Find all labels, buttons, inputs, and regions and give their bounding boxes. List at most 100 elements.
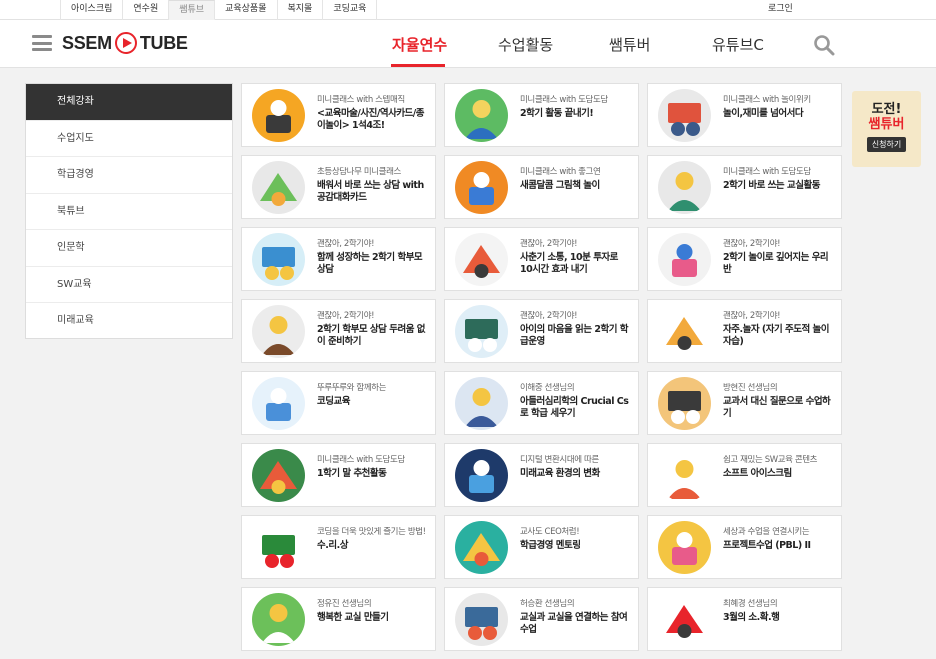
ssemtube-logo[interactable]: SSEM TUBE [62,32,188,54]
robot-coding-icon [252,377,305,430]
finger-puppets-icon [252,449,305,502]
course-card[interactable]: 괜찮아, 2학기야! 2학기 학부모 상담 두려움 없이 준비하기 [241,299,436,363]
course-card[interactable]: 쉽고 재밌는 SW교육 콘텐츠 소프트 아이스크림 [647,443,842,507]
course-title: 자주.놀자 (자기 주도적 놀이 자습) [723,324,830,347]
counseling-cards-icon [252,161,305,214]
course-card[interactable]: 허승환 선생님의 교실과 교실을 연결하는 참여수업 [444,587,639,651]
course-card[interactable]: 미니클래스 with 도담도담 2학기 활동 끝내기! [444,83,639,147]
teens-talking-icon [455,233,508,286]
course-title: 함께 성장하는 2학기 학부모 상담 [317,252,423,275]
sidebar-item-sw-education[interactable]: SW교육 [26,267,232,303]
sidebar-item-future-education[interactable]: 미래교육 [26,303,232,340]
category-sidebar: 전체강좌 수업지도 학급경영 북튜브 인문학 SW교육 미래교육 [25,83,233,339]
site-tab-ssemtube[interactable]: 쌤튜브 [169,0,216,20]
course-card[interactable]: 초등상담나무 미니클래스 배워서 바로 쓰는 상담 with 공감대화카드 [241,155,436,219]
course-subtitle: 괜찮아, 2학기야! [520,239,578,249]
course-card[interactable]: 코딩을 더욱 맛있게 즐기는 방법! 수.리.상 [241,515,436,579]
course-card[interactable]: 뚜루뚜루와 함께하는 코딩교육 [241,371,436,435]
sidebar-item-humanities[interactable]: 인문학 [26,230,232,267]
consultation-icon [252,305,305,358]
course-title: 프로젝트수업 (PBL) II [723,540,811,551]
banner-apply-button[interactable]: 신청하기 [866,137,907,152]
course-title: 2학기 활동 끝내기! [520,108,594,119]
site-tab-welfare-mall[interactable]: 복지몰 [278,0,324,20]
site-tab-coding[interactable]: 코딩교육 [323,0,378,20]
banner-line1: 도전! [871,102,902,117]
course-card[interactable]: 정유진 선생님의 행복한 교실 만들기 [241,587,436,651]
course-subtitle: 세상과 수업을 연결시키는 [723,527,810,537]
course-card[interactable]: 방현진 선생님의 교과서 대신 질문으로 수업하기 [647,371,842,435]
happy-classroom-icon [252,593,305,646]
course-title: 사춘기 소통, 10분 투자로 10시간 효과 내기 [520,252,618,275]
parent-meeting-icon [252,233,305,286]
nav-youtube-c[interactable]: 유튜브C [712,34,764,55]
search-icon[interactable] [813,34,835,56]
banner-line2: 쌤튜버 [868,117,905,132]
course-card[interactable]: 괜찮아, 2학기야! 2학기 놀이로 깊어지는 우리 반 [647,227,842,291]
sidebar-item-all[interactable]: 전체강좌 [26,84,232,121]
course-title: 새콤달콤 그림책 놀이 [520,180,600,191]
course-subtitle: 최혜경 선생님의 [723,599,778,609]
surisang-logo-icon [252,521,305,574]
magic-hat-rabbit-icon [252,89,305,142]
student-reading-icon [658,305,711,358]
connected-classroom-icon [455,593,508,646]
course-card[interactable]: 이해중 선생님의아들러심리학의 Crucial Cs로 학급 세우기 [444,371,639,435]
sidebar-item-class-management[interactable]: 학급경영 [26,157,232,194]
classroom-activity-icon [658,161,711,214]
course-card[interactable]: 미니클래스 with 놀이위키 놀이,재미를 넘어서다 [647,83,842,147]
picture-book-icon [455,161,508,214]
site-tabs: 아이스크림 연수원 쌤튜브 교육상품몰 복지몰 코딩교육 [60,0,378,20]
mentor-teacher-icon [455,521,508,574]
site-tab-icecream[interactable]: 아이스크림 [60,0,124,20]
teacher-portrait-icon [658,593,711,646]
hamburger-menu-icon[interactable] [32,35,52,51]
course-card[interactable]: 괜찮아, 2학기야! 아이의 마음을 읽는 2학기 학급운영 [444,299,639,363]
course-title: 수.리.상 [317,540,348,551]
course-card[interactable]: 괜찮아, 2학기야! 사춘기 소통, 10분 투자로 10시간 효과 내기 [444,227,639,291]
course-subtitle: 미니클래스 with 놀이위키 [723,95,811,105]
course-title: 아들러심리학의 Crucial Cs로 학급 세우기 [520,396,629,419]
course-subtitle: 뚜루뚜루와 함께하는 [317,383,387,393]
nav-class-activity[interactable]: 수업활동 [498,34,553,55]
course-subtitle: 미니클래스 with 도담도담 [317,455,405,465]
course-title: 아이의 마음을 읽는 2학기 학급운영 [520,324,628,347]
course-card[interactable]: 미니클래스 with 좋그연 새콤달콤 그림책 놀이 [444,155,639,219]
course-subtitle: 디지털 변환시대에 따른 [520,455,599,465]
course-subtitle: 괜찮아, 2학기야! [520,311,578,321]
ai-robot-icon [455,449,508,502]
course-title: 교실과 교실을 연결하는 참여수업 [520,612,628,635]
course-card[interactable]: 세상과 수업을 연결시키는프로젝트수업 (PBL) II [647,515,842,579]
ssemtuber-challenge-banner[interactable]: 도전! 쌤튜버 신청하기 [852,91,921,167]
nav-ssemtuber[interactable]: 쌤튜버 [609,34,650,55]
sidebar-item-booktube[interactable]: 북튜브 [26,194,232,230]
course-card[interactable]: 교사도 CEO처럼! 학급경영 멘토링 [444,515,639,579]
course-subtitle: 교사도 CEO처럼! [520,527,580,537]
play-button-icon [114,32,137,54]
sidebar-item-class-guidance[interactable]: 수업지도 [26,121,232,157]
course-title: 행복한 교실 만들기 [317,612,389,623]
course-subtitle: 쉽고 재밌는 SW교육 콘텐츠 [723,455,818,465]
course-card[interactable]: 최혜경 선생님의 3월의 소.확.행 [647,587,842,651]
course-subtitle: 괜찮아, 2학기야! [723,311,781,321]
course-title: 배워서 바로 쓰는 상담 with 공감대화카드 [317,180,424,203]
blackboard-icon [455,305,508,358]
course-card[interactable]: 디지털 변환시대에 따른 미래교육 환경의 변화 [444,443,639,507]
course-subtitle: 괜찮아, 2학기야! [317,239,375,249]
main-header: SSEM TUBE 자율연수 수업활동 쌤튜버 유튜브C [0,20,936,68]
course-card[interactable]: 괜찮아, 2학기야! 자주.놀자 (자기 주도적 놀이 자습) [647,299,842,363]
logo-text-right: TUBE [139,32,188,53]
course-subtitle: 괜찮아, 2학기야! [723,239,781,249]
site-tab-edu-mall[interactable]: 교육상품몰 [215,0,278,20]
nav-self-training[interactable]: 자율연수 [392,34,447,55]
course-title: 교과서 대신 질문으로 수업하기 [723,396,831,419]
course-subtitle: 이해중 선생님의 [520,383,575,393]
course-title: 2학기 학부모 상담 두려움 없이 준비하기 [317,324,425,347]
course-card[interactable]: 미니클래스 with 도담도담 2학기 바로 쓰는 교실활동 [647,155,842,219]
course-card[interactable]: 괜찮아, 2학기야! 함께 성장하는 2학기 학부모 상담 [241,227,436,291]
site-tab-training[interactable]: 연수원 [123,0,170,20]
login-link[interactable]: 로그인 [768,0,793,19]
course-card[interactable]: 미니클래스 with 도담도담 1학기 말 추천활동 [241,443,436,507]
school-community-icon [455,377,508,430]
course-card[interactable]: 미니클래스 with 스텝매직 <교육마술/사진/역사카드/종이놀이> 1석4조! [241,83,436,147]
